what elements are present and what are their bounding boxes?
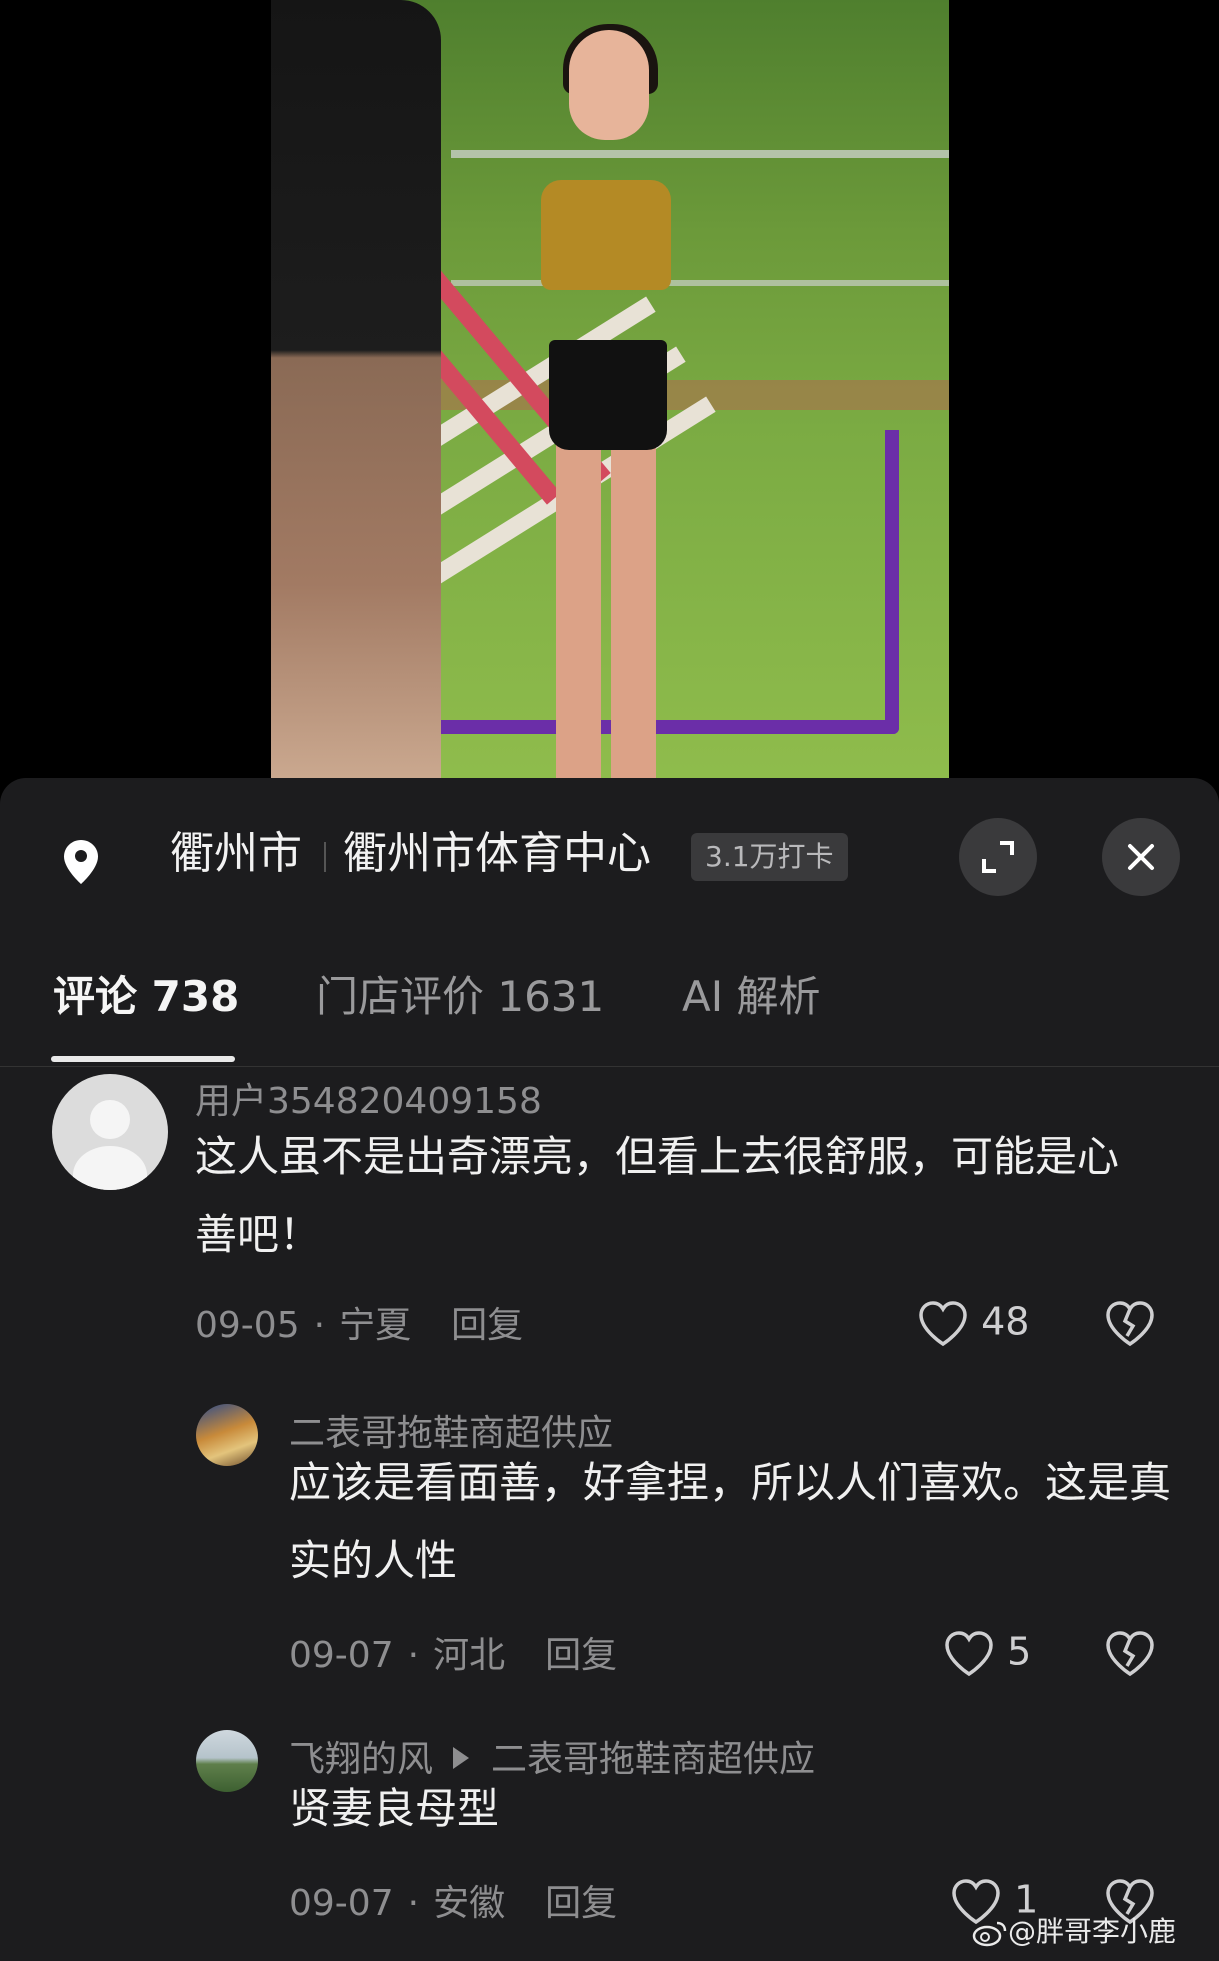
like-button[interactable]: 48 <box>917 1300 1029 1348</box>
tab-ai-analysis[interactable]: AI 解析 <box>682 976 820 1018</box>
comment-text: 应该是看面善，好拿捏，所以人们喜欢。这是真实的人性 <box>289 1458 1172 1585</box>
checkin-count-badge: 3.1万打卡 <box>691 833 848 881</box>
reply-arrow-icon <box>453 1747 470 1769</box>
comment-date: 09-07 <box>289 1635 394 1676</box>
heart-icon <box>945 1631 993 1677</box>
dislike-button[interactable] <box>1104 1300 1156 1348</box>
comment-meta: 09-05 · 宁夏 回复 <box>195 1305 524 1346</box>
location-pin-icon <box>64 840 98 884</box>
avatar[interactable] <box>196 1404 258 1466</box>
tab-store-reviews[interactable]: 门店评价 1631 <box>316 976 604 1018</box>
reply-button[interactable]: 回复 <box>545 1883 617 1924</box>
post-photo[interactable] <box>271 0 949 778</box>
comment-username[interactable]: 用户354820409158 <box>195 1084 542 1120</box>
like-button[interactable]: 5 <box>943 1630 1031 1678</box>
reply-button[interactable]: 回复 <box>545 1635 617 1676</box>
photo-person-foreground <box>271 0 441 778</box>
tab-comments[interactable]: 评论 738 <box>53 976 239 1018</box>
tab-bar: 评论 738 门店评价 1631 AI 解析 <box>0 938 1219 1067</box>
broken-heart-icon <box>1106 1301 1154 1347</box>
comment-date: 09-07 <box>289 1883 394 1924</box>
comment-date: 09-05 <box>195 1305 300 1346</box>
watermark: @胖哥李小鹿 <box>972 1910 1176 1950</box>
heart-icon <box>919 1301 967 1347</box>
comment-region: 安徽 <box>433 1883 506 1924</box>
location-city[interactable]: 衢州市 <box>170 832 302 876</box>
comment-region: 河北 <box>433 1635 506 1676</box>
comment-meta: 09-07 · 河北 回复 <box>289 1635 618 1676</box>
active-tab-indicator <box>51 1056 235 1062</box>
comment-text: 贤妻良母型 <box>289 1784 500 1833</box>
broken-heart-icon <box>1106 1631 1154 1677</box>
comment-text: 这人虽不是出奇漂亮，但看上去很舒服，可能是心善吧！ <box>195 1132 1120 1259</box>
location-separator <box>324 842 326 872</box>
comments-sheet: 衢州市 衢州市体育中心 3.1万打卡 评论 738 门店评价 1631 AI 解… <box>0 778 1219 1961</box>
comment-region: 宁夏 <box>339 1305 412 1346</box>
weibo-logo-icon <box>972 1921 1007 1947</box>
reply-button[interactable]: 回复 <box>451 1305 523 1346</box>
like-count: 48 <box>981 1299 1030 1344</box>
avatar[interactable] <box>196 1730 258 1792</box>
expand-icon <box>982 841 1014 873</box>
dislike-button[interactable] <box>1104 1630 1156 1678</box>
watermark-text: @胖哥李小鹿 <box>1008 1915 1177 1948</box>
expand-button[interactable] <box>959 818 1037 896</box>
avatar[interactable] <box>52 1074 168 1190</box>
location-bar[interactable]: 衢州市 衢州市体育中心 3.1万打卡 <box>0 778 1219 938</box>
close-icon <box>1128 844 1154 870</box>
close-button[interactable] <box>1102 818 1180 896</box>
location-place[interactable]: 衢州市体育中心 <box>343 832 651 876</box>
like-count: 5 <box>1007 1629 1032 1674</box>
photo-athlete <box>521 24 691 778</box>
comment-meta: 09-07 · 安徽 回复 <box>289 1883 618 1924</box>
